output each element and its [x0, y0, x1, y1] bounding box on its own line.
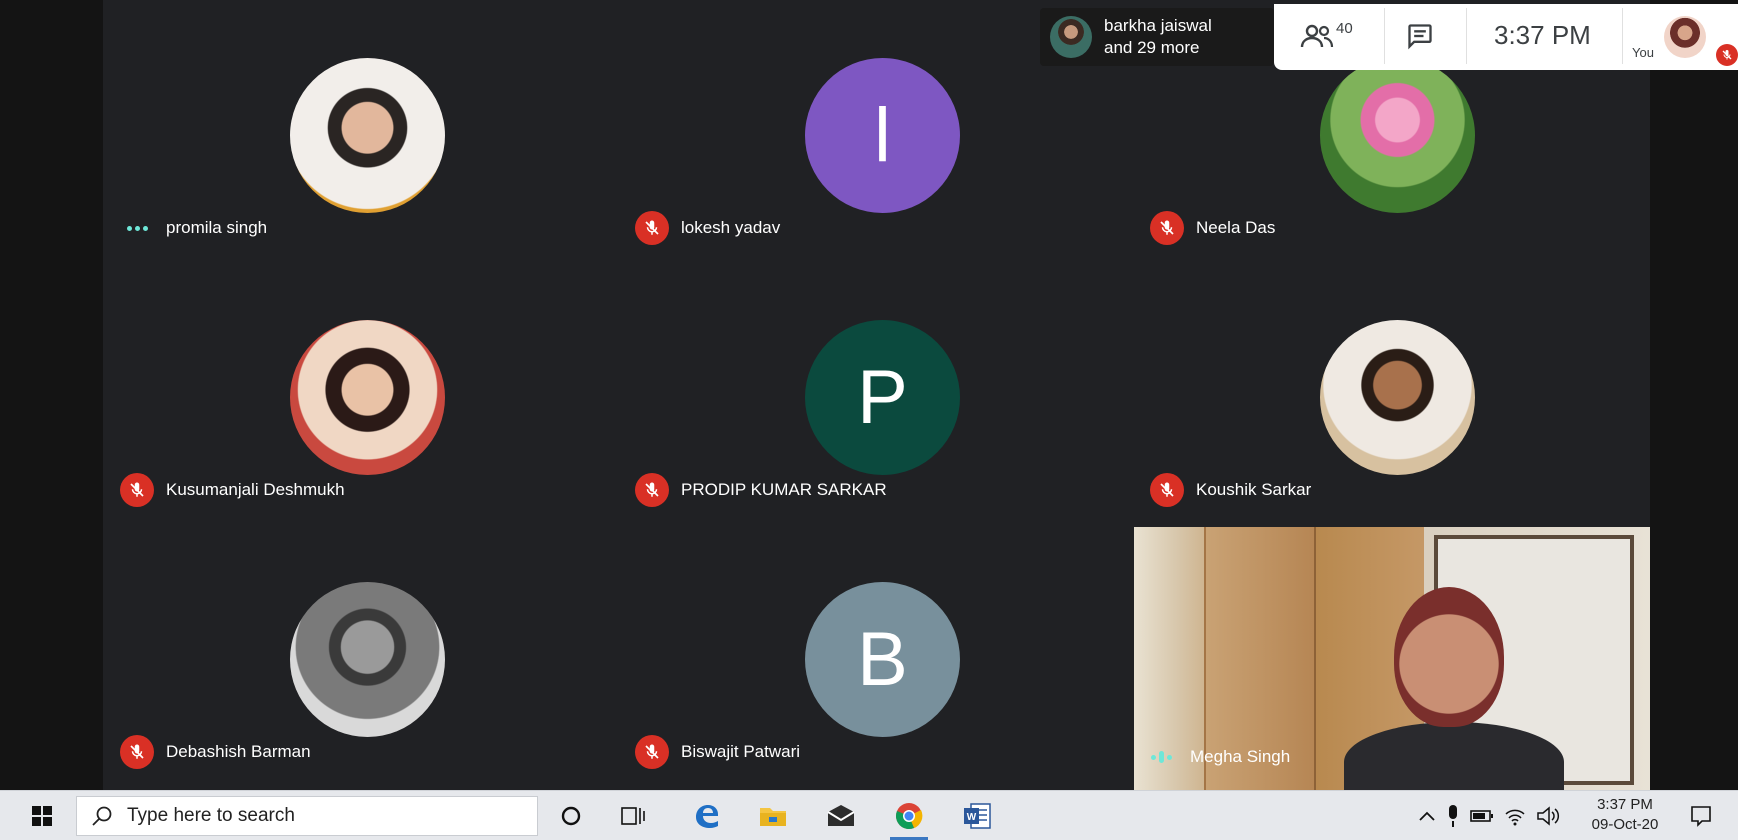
- divider: [1466, 8, 1467, 64]
- participant-tile[interactable]: Kusumanjali Deshmukh: [110, 266, 625, 528]
- divider: [1384, 8, 1385, 64]
- avatar: [290, 582, 445, 737]
- avatar: [290, 320, 445, 475]
- participant-name: Biswajit Patwari: [681, 742, 801, 761]
- participant-nameplate: PRODIP KUMAR SARKAR: [635, 472, 887, 508]
- active-speaker-name: barkha jaiswal: [1104, 16, 1212, 35]
- microphone-icon[interactable]: [1446, 804, 1460, 828]
- mic-off-icon: [1150, 211, 1184, 245]
- avatar-letter: l: [874, 93, 891, 178]
- system-tray: [1418, 796, 1560, 836]
- participant-tile[interactable]: Koushik Sarkar: [1140, 266, 1655, 528]
- avatar: [1320, 58, 1475, 213]
- meeting-stage: promila singh l lokesh yadav Neela Das K…: [0, 0, 1738, 790]
- search-input[interactable]: [127, 805, 507, 827]
- active-speaker-more: and 29 more: [1104, 38, 1200, 57]
- avatar: l: [805, 58, 960, 213]
- wifi-icon[interactable]: [1504, 806, 1526, 826]
- avatar: [1050, 16, 1092, 58]
- file-explorer-icon: [760, 808, 786, 826]
- left-letterbox: [0, 0, 103, 790]
- action-center-button[interactable]: [1684, 799, 1718, 833]
- participant-tile[interactable]: Debashish Barman: [110, 528, 625, 790]
- participant-name: promila singh: [166, 218, 268, 237]
- word-icon: W: [964, 803, 991, 829]
- speaking-indicator-icon: [120, 211, 154, 245]
- meeting-clock: 3:37 PM: [1494, 20, 1591, 50]
- taskbar-time: 3:37 PM: [1597, 796, 1653, 813]
- avatar: [1320, 320, 1475, 475]
- mic-off-icon: [635, 473, 669, 507]
- taskbar-search[interactable]: [76, 796, 538, 836]
- participant-name: Debashish Barman: [166, 742, 311, 761]
- file-explorer-button[interactable]: [748, 796, 798, 836]
- edge-button[interactable]: [682, 796, 732, 836]
- participant-nameplate: Biswajit Patwari: [635, 734, 800, 770]
- mic-off-icon: [1150, 473, 1184, 507]
- taskbar-clock[interactable]: 3:37 PM 09-Oct-20: [1582, 795, 1668, 835]
- search-icon: [92, 806, 112, 826]
- start-button[interactable]: [18, 799, 66, 833]
- chat-button[interactable]: [1400, 18, 1440, 54]
- participant-name: lokesh yadav: [681, 218, 781, 237]
- participant-nameplate: Kusumanjali Deshmukh: [120, 472, 345, 508]
- avatar: B: [805, 582, 960, 737]
- participant-tile[interactable]: promila singh: [110, 4, 625, 266]
- participants-button[interactable]: 40: [1300, 16, 1370, 56]
- avatar: [290, 58, 445, 213]
- self-label: You: [1632, 45, 1654, 60]
- notification-icon: [1691, 806, 1711, 827]
- right-letterbox: [1650, 0, 1738, 790]
- participant-count: 40: [1336, 20, 1353, 37]
- mic-off-icon: [635, 735, 669, 769]
- participant-name: Kusumanjali Deshmukh: [166, 480, 345, 499]
- participant-tile[interactable]: P PRODIP KUMAR SARKAR: [625, 266, 1140, 528]
- cortana-button[interactable]: [546, 796, 596, 836]
- avatar-letter: P: [857, 355, 908, 440]
- windows-logo-icon: [32, 806, 52, 826]
- mail-button[interactable]: [816, 796, 866, 836]
- participant-nameplate: promila singh: [120, 210, 267, 246]
- battery-icon[interactable]: [1470, 809, 1494, 823]
- windows-taskbar: W 3:37 PM 09-Oct-20: [0, 790, 1738, 840]
- cortana-icon: [561, 806, 581, 826]
- volume-icon[interactable]: [1536, 806, 1560, 826]
- taskbar-date: 09-Oct-20: [1591, 816, 1659, 833]
- self-avatar[interactable]: [1664, 16, 1706, 58]
- mic-off-icon: [635, 211, 669, 245]
- mic-off-icon: [120, 735, 154, 769]
- participant-name: PRODIP KUMAR SARKAR: [681, 480, 887, 499]
- people-icon: [1300, 24, 1334, 48]
- avatar-letter: B: [857, 617, 908, 702]
- participant-name: Koushik Sarkar: [1196, 480, 1312, 499]
- task-view-button[interactable]: [608, 796, 658, 836]
- person-head: [1394, 587, 1504, 727]
- chat-icon: [1408, 24, 1432, 50]
- svg-text:W: W: [967, 812, 977, 823]
- word-button[interactable]: W: [952, 796, 1002, 836]
- mic-off-icon: [1716, 44, 1738, 66]
- video-tile[interactable]: Megha Singh: [1134, 527, 1650, 790]
- participant-nameplate: lokesh yadav: [635, 210, 780, 246]
- participant-nameplate: Debashish Barman: [120, 734, 311, 770]
- divider: [1622, 8, 1623, 64]
- participant-name: Neela Das: [1196, 218, 1276, 237]
- edge-icon: [696, 805, 718, 828]
- chrome-icon: [896, 803, 923, 829]
- mic-off-icon: [120, 473, 154, 507]
- avatar: P: [805, 320, 960, 475]
- speaking-indicator-icon: [1144, 740, 1178, 774]
- chevron-up-icon[interactable]: [1418, 809, 1436, 823]
- participant-nameplate: Megha Singh: [1144, 739, 1290, 775]
- participant-nameplate: Koushik Sarkar: [1150, 472, 1311, 508]
- participant-name: Megha Singh: [1190, 747, 1291, 766]
- participant-nameplate: Neela Das: [1150, 210, 1275, 246]
- participant-tile[interactable]: B Biswajit Patwari: [625, 528, 1140, 790]
- mail-icon: [827, 805, 855, 826]
- chrome-button[interactable]: [884, 796, 934, 840]
- task-view-icon: [621, 807, 645, 825]
- active-speaker-chip[interactable]: barkha jaiswal and 29 more: [1040, 8, 1274, 66]
